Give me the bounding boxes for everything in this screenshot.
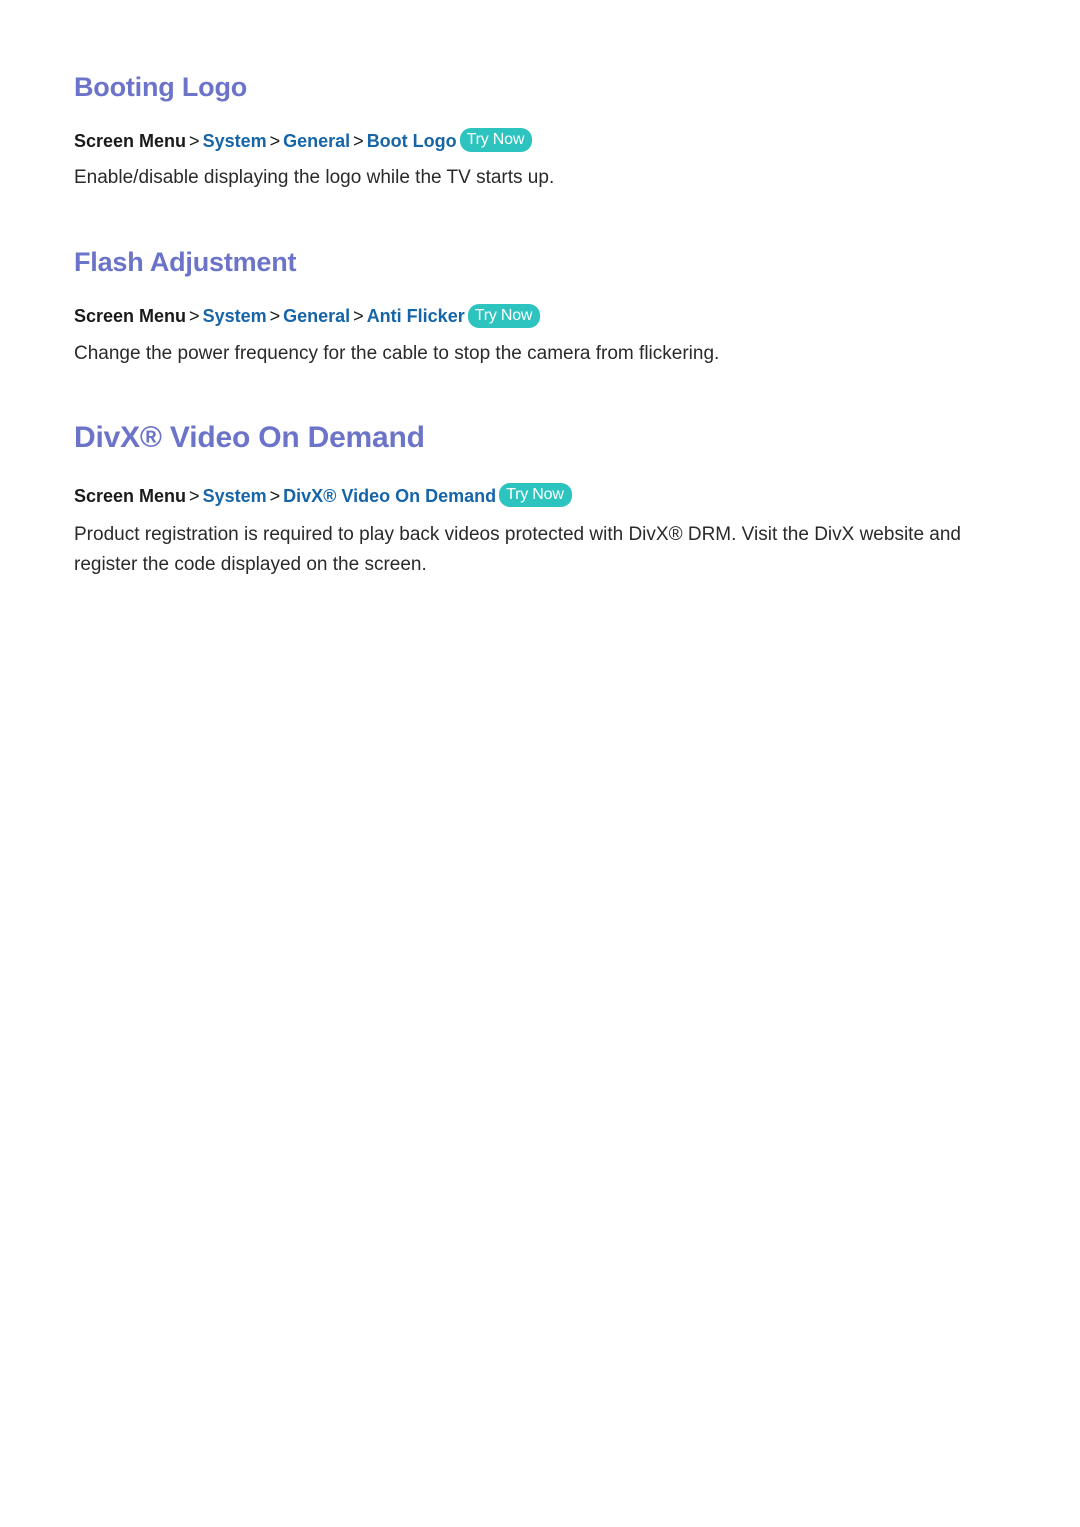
breadcrumb-root: Screen Menu <box>74 131 187 151</box>
breadcrumb-link-system[interactable]: System <box>203 306 267 326</box>
section-divx-video-on-demand: DivX® Video On Demand Screen Menu > System… <box>74 419 1002 580</box>
section-booting-logo: Booting Logo Screen Menu > System > General >… <box>74 70 1002 193</box>
breadcrumb: Screen Menu > System > General > Anti Flicker T… <box>74 303 1002 329</box>
document-page: Booting Logo Screen Menu > System > General >… <box>0 0 1080 1527</box>
breadcrumb: Screen Menu > System > General > Boot Logo Try … <box>74 128 1002 154</box>
section-heading: DivX® Video On Demand <box>74 420 425 454</box>
section-heading: Flash Adjustment <box>74 247 297 278</box>
section-body: Product registration is required to play… <box>74 523 961 575</box>
breadcrumb-link-general[interactable]: General <box>283 306 350 326</box>
breadcrumb-separator: > <box>353 306 364 327</box>
section-body: Change the power frequency for the cable… <box>74 342 720 364</box>
section-flash-adjustment: Flash Adjustment Screen Menu > System > Gene… <box>74 245 1002 368</box>
section-heading: Booting Logo <box>74 72 248 102</box>
try-now-badge[interactable]: Try Now <box>459 128 533 153</box>
breadcrumb-link-divx-vod[interactable]: DivX® Video On Demand <box>283 486 496 506</box>
breadcrumb-separator: > <box>269 306 281 327</box>
breadcrumb-link-boot-logo[interactable]: Boot Logo <box>367 131 457 151</box>
breadcrumb-link-general[interactable]: General <box>283 131 350 151</box>
breadcrumb-separator: > <box>189 485 200 506</box>
breadcrumb-separator: > <box>189 306 200 327</box>
try-now-badge[interactable]: Try Now <box>499 482 572 507</box>
try-now-badge[interactable]: Try Now <box>467 303 541 328</box>
breadcrumb-root: Screen Menu <box>74 306 187 327</box>
breadcrumb-separator: > <box>269 485 281 506</box>
breadcrumb-separator: > <box>269 131 281 151</box>
breadcrumb-link-system[interactable]: System <box>203 486 267 506</box>
breadcrumb-separator: > <box>353 131 364 151</box>
breadcrumb-separator: > <box>189 131 200 151</box>
breadcrumb-link-system[interactable]: System <box>203 131 267 151</box>
breadcrumb-root: Screen Menu <box>74 485 187 506</box>
breadcrumb-link-anti-flicker[interactable]: Anti Flicker <box>367 306 465 326</box>
section-body: Enable/disable displaying the logo while… <box>74 167 555 189</box>
breadcrumb: Screen Menu > System > DivX® Video On Demand… <box>74 482 1002 509</box>
